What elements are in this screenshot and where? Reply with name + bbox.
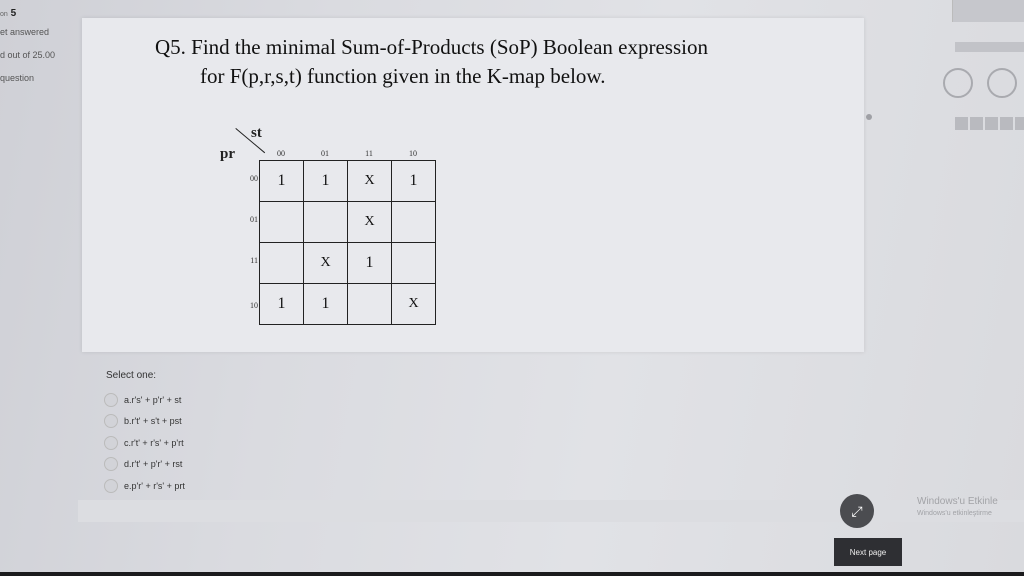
kmap-row-header: 01: [250, 215, 258, 224]
radio-button[interactable]: [104, 457, 118, 472]
kmap-column-variable: st: [251, 125, 262, 141]
answer-option-c[interactable]: c.r't' + r's' + p'rt: [104, 432, 185, 454]
answer-option-label: e.p'r' + r's' + prt: [124, 480, 185, 491]
decorative-dot-icon: [866, 114, 872, 120]
kmap-cell: 1: [304, 284, 348, 325]
select-one-label: Select one:: [106, 370, 157, 381]
kmap-cell: [392, 243, 436, 284]
radio-button[interactable]: [104, 478, 118, 493]
expand-button[interactable]: ⤢: [840, 494, 874, 528]
quiz-nav-square[interactable]: [970, 117, 983, 130]
timer-circle-icon: [943, 68, 973, 98]
question-info-panel: on 5 et answered d out of 25.00 question: [0, 8, 78, 96]
question-marks: d out of 25.00: [0, 50, 56, 60]
kmap-cell: X: [348, 161, 392, 202]
kmap-cell: 1: [260, 284, 304, 325]
timer-circle-icon: [987, 68, 1017, 98]
kmap-cell: [260, 243, 304, 284]
question-text-line1: Q5. Find the minimal Sum-of-Products (So…: [155, 35, 708, 59]
quiz-nav-square[interactable]: [985, 117, 998, 130]
answer-status: et answered: [0, 27, 50, 37]
kmap-cell: 1: [348, 243, 392, 284]
quiz-nav-square[interactable]: [1000, 117, 1013, 130]
answer-option-label: a.r's' + p'r' + st: [124, 394, 182, 405]
kmap-cell: [260, 202, 304, 243]
answer-options: a.r's' + p'r' + st b.r't' + s't + pst c.…: [104, 389, 185, 497]
question-text-line2: for F(p,r,s,t) function given in the K-m…: [200, 64, 606, 88]
expand-icon: ⤢: [851, 502, 863, 519]
question-text: Q5. Find the minimal Sum-of-Products (So…: [155, 33, 708, 91]
kmap-cell: X: [304, 243, 348, 284]
radio-button[interactable]: [104, 414, 118, 429]
kmap-cell: 1: [260, 161, 304, 202]
kmap-col-header: 11: [365, 149, 373, 158]
answer-option-d[interactable]: d.r't' + p'r' + rst: [104, 454, 185, 476]
footer-strip: [78, 500, 1024, 522]
kmap-cell: [392, 202, 436, 243]
kmap-row-header: 00: [250, 174, 258, 183]
windows-activation-notice: Windows'u Etkinle Windows'u etkinleştirm…: [917, 496, 998, 517]
kmap-cell: X: [392, 284, 436, 325]
radio-button[interactable]: [104, 392, 118, 407]
question-number: on 5: [0, 8, 17, 19]
karnaugh-map: st pr 00 01 11 10 00 01 11 10 1 1 X 1 X …: [218, 122, 438, 332]
answer-option-a[interactable]: a.r's' + p'r' + st: [104, 389, 185, 411]
answer-option-label: d.r't' + p'r' + rst: [124, 459, 183, 470]
answer-option-e[interactable]: e.p'r' + r's' + prt: [104, 475, 185, 497]
kmap-col-header: 01: [321, 149, 329, 158]
quiz-nav-square[interactable]: [955, 117, 968, 130]
next-page-button[interactable]: Next page: [834, 538, 902, 566]
flag-question-link[interactable]: question: [0, 73, 78, 83]
kmap-row-header: 11: [250, 256, 258, 265]
kmap-col-header: 10: [409, 149, 417, 158]
kmap-row-header: 10: [250, 301, 258, 310]
kmap-cell: 1: [304, 161, 348, 202]
quiz-nav-square[interactable]: [1015, 117, 1024, 130]
kmap-cell: [348, 284, 392, 325]
top-right-nav-box[interactable]: [952, 0, 1024, 22]
answer-option-b[interactable]: b.r't' + s't + pst: [104, 411, 185, 433]
radio-button[interactable]: [104, 435, 118, 450]
kmap-cell: X: [348, 202, 392, 243]
kmap-cell: 1: [392, 161, 436, 202]
kmap-row-variable: pr: [220, 146, 235, 162]
kmap-grid: 1 1 X 1 X X 1 1 1 X: [259, 160, 436, 325]
top-right-nav-strip: [955, 42, 1024, 52]
kmap-col-header: 00: [277, 149, 285, 158]
answer-option-label: c.r't' + r's' + p'rt: [124, 437, 184, 448]
answer-option-label: b.r't' + s't + pst: [124, 416, 182, 427]
kmap-cell: [304, 202, 348, 243]
screen-bezel: [0, 572, 1024, 576]
